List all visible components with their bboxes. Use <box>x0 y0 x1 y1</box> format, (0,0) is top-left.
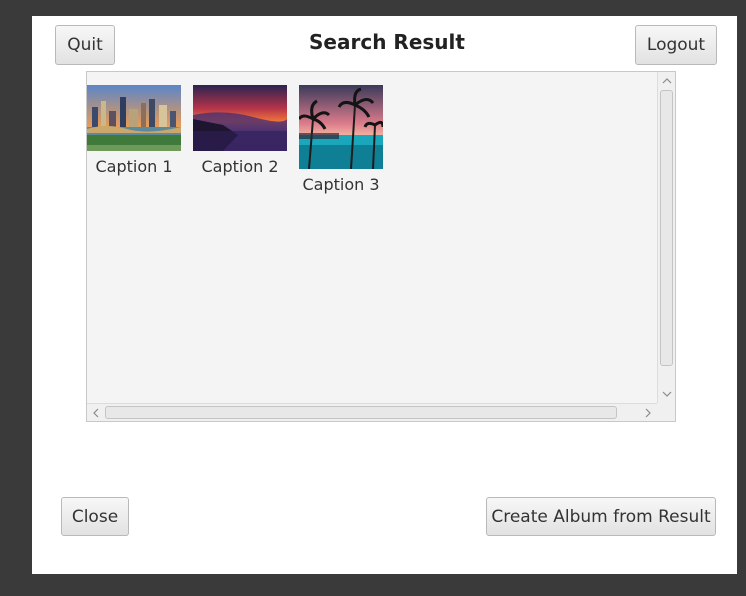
result-caption: Caption 1 <box>95 157 173 176</box>
page-title: Search Result <box>309 30 465 54</box>
result-item[interactable]: Caption 2 <box>193 85 287 176</box>
result-item[interactable]: Caption 3 <box>299 85 383 194</box>
chevron-down-icon[interactable] <box>658 385 676 403</box>
logout-button[interactable]: Logout <box>635 25 717 65</box>
palm-pool-thumbnail[interactable] <box>299 85 383 169</box>
chevron-left-icon[interactable] <box>87 404 105 422</box>
vertical-scrollbar[interactable] <box>657 72 675 403</box>
results-scroll-pane[interactable]: Caption 1 Caption 2 Caption 3 <box>86 71 676 422</box>
close-button[interactable]: Close <box>61 497 129 536</box>
scrollbar-corner <box>657 403 675 421</box>
search-result-window: Quit Search Result Logout Caption 1 Capt… <box>32 16 737 574</box>
result-caption: Caption 2 <box>201 157 279 176</box>
chevron-up-icon[interactable] <box>658 72 676 90</box>
create-album-button[interactable]: Create Album from Result <box>486 497 716 536</box>
results-grid: Caption 1 Caption 2 Caption 3 <box>87 72 657 403</box>
result-item[interactable]: Caption 1 <box>87 85 181 176</box>
chevron-right-icon[interactable] <box>639 404 657 422</box>
horizontal-scroll-thumb[interactable] <box>105 406 617 419</box>
horizontal-scrollbar[interactable] <box>87 403 657 421</box>
result-caption: Caption 3 <box>302 175 380 194</box>
sunset-coast-thumbnail[interactable] <box>193 85 287 151</box>
vertical-scroll-thumb[interactable] <box>660 90 673 366</box>
quit-button[interactable]: Quit <box>55 25 115 65</box>
city-skyline-thumbnail[interactable] <box>87 85 181 151</box>
